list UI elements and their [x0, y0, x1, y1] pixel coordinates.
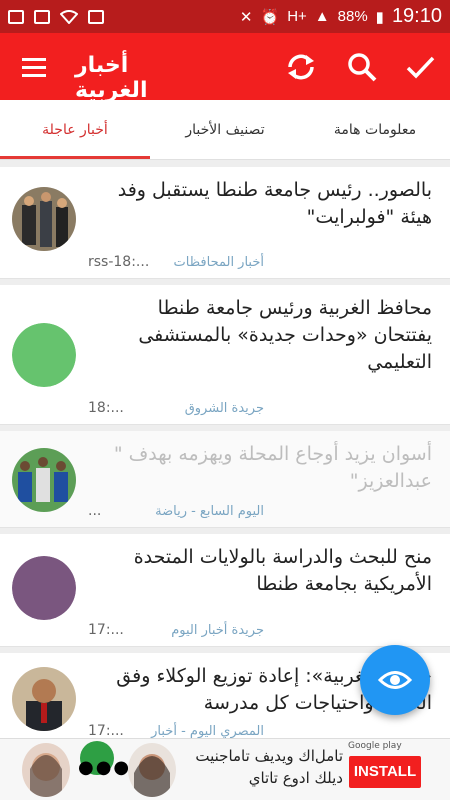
news-item[interactable]: منح للبحث والدراسة بالولايات المتحدة الأ…: [0, 534, 450, 647]
news-thumbnail: [12, 323, 76, 387]
search-icon[interactable]: [345, 50, 379, 84]
news-time: 17:...: [88, 723, 124, 739]
tab-important-info[interactable]: معلومات هامة: [300, 100, 450, 159]
news-item[interactable]: بالصور.. رئيس جامعة طنطا يستقبل وفد هيئة…: [0, 167, 450, 279]
clock: 19:10: [391, 5, 442, 27]
news-thumbnail: [12, 448, 76, 512]
news-time: ...: [88, 503, 102, 519]
battery-icon: ▮: [375, 8, 384, 26]
alarm-icon: ⏰: [260, 8, 280, 26]
news-headline: بالصور.. رئيس جامعة طنطا يستقبل وفد هيئة…: [117, 179, 432, 228]
news-source: جريدة أخبار اليوم: [171, 623, 264, 638]
signal-icon: ▲: [314, 8, 330, 25]
news-time: 18:...: [88, 400, 124, 416]
refresh-icon[interactable]: [284, 50, 318, 84]
gallery-icon: [34, 9, 50, 24]
news-item[interactable]: محافظ الغربية ورئيس جامعة طنطا يفتتحان «…: [0, 285, 450, 425]
status-bar: ✕ ⏰ H+ ▲ 88% ▮ 19:10: [0, 0, 450, 33]
wifi-icon: [60, 9, 78, 24]
news-time: rss-18:...: [88, 254, 150, 270]
tab-breaking-news[interactable]: أخبار عاجلة: [0, 100, 150, 159]
ad-banner[interactable]: ●●●● تامل‌اك ويديف تاماجنيت ديلك ادوع تا…: [0, 738, 450, 800]
news-source: اليوم السابع - رياضة: [155, 504, 264, 519]
news-source: أخبار المحافظات: [173, 255, 264, 270]
news-item[interactable]: أسوان يزيد أوجاع المحلة ويهزمه بهدف " عب…: [0, 431, 450, 528]
mute-icon: ✕: [239, 8, 253, 26]
install-button[interactable]: INSTALL: [349, 756, 421, 788]
news-source: جريدة الشروق: [184, 401, 264, 416]
news-thumbnail: [12, 667, 76, 731]
notification-icon: [88, 9, 104, 24]
news-headline: محافظ الغربية ورئيس جامعة طنطا يفتتحان «…: [138, 297, 432, 373]
tab-bar: أخبار عاجلة تصنيف الأخبار معلومات هامة: [0, 100, 450, 160]
battery-level: 88%: [337, 8, 368, 25]
news-headline: أسوان يزيد أوجاع المحلة ويهزمه بهدف " عب…: [113, 443, 432, 492]
ad-text: تامل‌اك ويديف تاماجنيت ديلك ادوع تاتاي: [195, 747, 343, 787]
google-play-badge: Google play: [348, 741, 402, 751]
network-type: H+: [287, 8, 307, 25]
news-thumbnail: [12, 187, 76, 251]
view-fab-button[interactable]: [360, 645, 430, 715]
ad-face-image: [22, 743, 70, 797]
sim-icon: [8, 9, 24, 24]
tab-news-categories[interactable]: تصنيف الأخبار: [150, 100, 300, 159]
ad-dots: ●●●●: [78, 757, 149, 778]
check-icon[interactable]: [403, 50, 437, 84]
app-toolbar: أخبار الغربية: [0, 33, 450, 103]
news-thumbnail: [12, 556, 76, 620]
news-headline: منح للبحث والدراسة بالولايات المتحدة الأ…: [133, 546, 432, 595]
ad-face-image: [128, 743, 176, 797]
eye-icon: [378, 671, 412, 689]
app-title: أخبار الغربية: [75, 53, 148, 103]
news-time: 17:...: [88, 622, 124, 638]
news-source: المصري اليوم - أخبار: [151, 724, 264, 739]
